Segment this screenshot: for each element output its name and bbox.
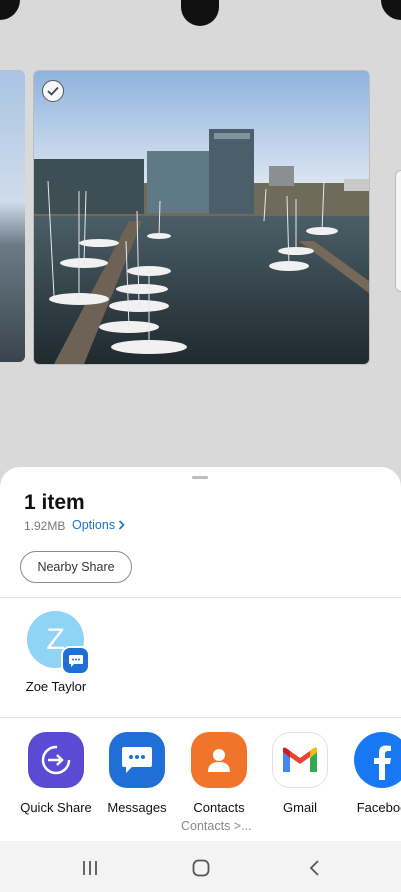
selected-image-thumbnail[interactable] <box>33 70 370 365</box>
marina-photo <box>34 71 369 364</box>
messages-icon <box>109 732 165 788</box>
share-item-size: 1.92MB <box>24 519 66 533</box>
app-contacts[interactable]: Contacts <box>178 732 260 815</box>
recent-apps-icon[interactable] <box>77 855 103 881</box>
home-icon[interactable] <box>188 855 214 881</box>
gmail-icon <box>272 732 328 788</box>
system-navigation-bar <box>0 841 401 892</box>
divider <box>0 597 401 598</box>
camera-notch <box>181 0 219 26</box>
app-label: Contacts <box>193 800 245 815</box>
app-label: Quick Share <box>20 800 92 815</box>
selected-check-icon[interactable] <box>42 80 64 102</box>
options-link[interactable]: Options <box>72 518 125 532</box>
share-sheet: 1 item 1.92MB Options Nearby Share Z Zoe… <box>0 467 401 892</box>
facebook-icon <box>354 732 401 788</box>
app-quick-share[interactable]: Quick Share <box>15 732 97 815</box>
app-label: Messages <box>107 800 167 815</box>
options-label: Options <box>72 518 116 532</box>
app-facebook[interactable]: Faceboo <box>341 732 401 815</box>
share-item-count: 1 item <box>24 491 85 514</box>
chevron-right-icon <box>119 520 125 530</box>
app-gmail[interactable]: Gmail <box>259 732 341 815</box>
previous-image-thumbnail[interactable] <box>0 70 25 362</box>
back-icon[interactable] <box>302 855 328 881</box>
contacts-sublabel: Contacts >... <box>181 819 252 833</box>
screen-corner <box>0 0 20 20</box>
app-label: Faceboo <box>356 800 401 815</box>
app-messages[interactable]: Messages <box>96 732 178 815</box>
screen-corner <box>381 0 401 20</box>
next-image-thumbnail[interactable] <box>395 170 401 292</box>
image-preview-carousel[interactable] <box>0 70 401 365</box>
app-label: Gmail <box>283 800 317 815</box>
quick-share-icon <box>28 732 84 788</box>
nearby-share-button[interactable]: Nearby Share <box>20 551 132 583</box>
messages-badge-icon <box>61 646 90 675</box>
contact-name: Zoe Taylor <box>25 679 87 694</box>
sheet-drag-handle[interactable] <box>192 476 208 479</box>
divider <box>0 717 401 718</box>
contacts-icon <box>191 732 247 788</box>
